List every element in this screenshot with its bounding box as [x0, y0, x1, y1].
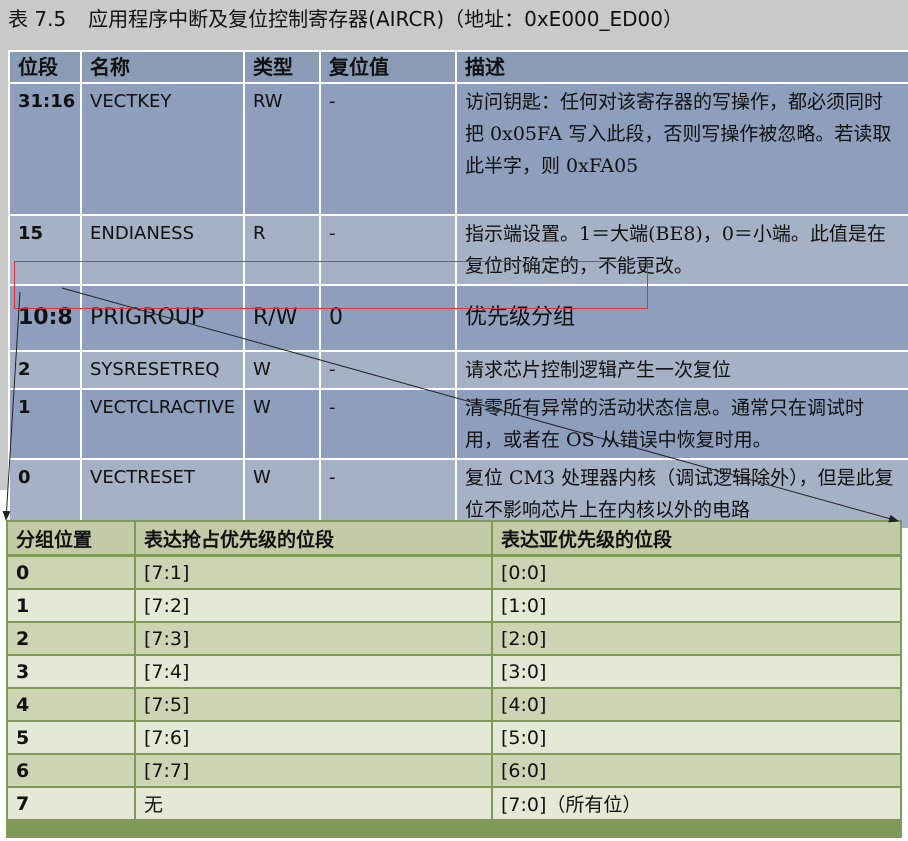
cell-bits: 31:16	[8, 82, 82, 216]
table-row: 0 [7:1] [0:0]	[6, 554, 902, 590]
header-type: 类型	[243, 50, 321, 84]
table-row: 2 [7:3] [2:0]	[6, 621, 902, 656]
cell-group: 6	[6, 753, 136, 788]
cell-sub: [3:0]	[491, 654, 902, 689]
table-row: 15 ENDIANESS R - 指示端设置。1＝大端(BE8)，0＝小端。此值…	[8, 214, 908, 286]
cell-sub: [0:0]	[491, 554, 902, 590]
cell-desc: 指示端设置。1＝大端(BE8)，0＝小端。此值是在复位时确定的，不能更改。	[455, 214, 908, 286]
cell-preempt: [7:5]	[134, 687, 493, 722]
table-row: 3 [7:4] [3:0]	[6, 654, 902, 689]
prigroup-table: 分组位置 表达抢占优先级的位段 表达亚优先级的位段 0 [7:1] [0:0] 1 [7…	[6, 520, 902, 821]
cell-desc: 请求芯片控制逻辑产生一次复位	[455, 350, 908, 390]
cell-group: 2	[6, 621, 136, 656]
header-desc: 描述	[455, 50, 908, 84]
cell-desc: 清零所有异常的活动状态信息。通常只在调试时用，或者在 OS 从错误中恢复时用。	[455, 388, 908, 460]
table-row: 6 [7:7] [6:0]	[6, 753, 902, 788]
table-row: 31:16 VECTKEY RW - 访问钥匙：任何对该寄存器的写操作，都必须同…	[8, 82, 908, 216]
cell-desc: 优先级分组	[455, 284, 908, 352]
cell-bits: 1	[8, 388, 82, 460]
cell-sub: [6:0]	[491, 753, 902, 788]
table-row: 4 [7:5] [4:0]	[6, 687, 902, 722]
table-header-row: 分组位置 表达抢占优先级的位段 表达亚优先级的位段	[6, 520, 902, 557]
cell-preempt: [7:1]	[134, 554, 493, 590]
header-name: 名称	[80, 50, 245, 84]
table-row: 7 无 [7:0]（所有位）	[6, 786, 902, 821]
table-row: 5 [7:6] [5:0]	[6, 720, 902, 755]
cell-reset: -	[319, 350, 457, 390]
cell-group: 3	[6, 654, 136, 689]
cell-sub: [5:0]	[491, 720, 902, 755]
header-preempt: 表达抢占优先级的位段	[134, 520, 493, 557]
caption-title: 应用程序中断及复位控制寄存器(AIRCR)（地址：0xE000_ED00）	[88, 7, 683, 31]
cell-preempt: 无	[134, 786, 493, 821]
cell-sub: [1:0]	[491, 588, 902, 623]
cell-group: 1	[6, 588, 136, 623]
cell-sub: [7:0]（所有位）	[491, 786, 902, 821]
cell-preempt: [7:6]	[134, 720, 493, 755]
cell-type: W	[243, 388, 321, 460]
cell-preempt: [7:3]	[134, 621, 493, 656]
cell-bits: 10:8	[8, 284, 82, 352]
caption-number: 表 7.5	[8, 7, 67, 31]
cell-group: 4	[6, 687, 136, 722]
cell-desc: 访问钥匙：任何对该寄存器的写操作，都必须同时把 0x05FA 写入此段，否则写操…	[455, 82, 908, 216]
cell-name: SYSRESETREQ	[80, 350, 245, 390]
cell-name: VECTCLRACTIVE	[80, 388, 245, 460]
cell-sub: [2:0]	[491, 621, 902, 656]
cell-bits: 0	[8, 458, 82, 530]
cell-reset: -	[319, 458, 457, 530]
cell-name: ENDIANESS	[80, 214, 245, 286]
cell-reset: -	[319, 388, 457, 460]
cell-type: R	[243, 214, 321, 286]
cell-reset: 0	[319, 284, 457, 352]
cell-group: 5	[6, 720, 136, 755]
cell-bits: 2	[8, 350, 82, 390]
cell-name: PRIGROUP	[80, 284, 245, 352]
cell-preempt: [7:4]	[134, 654, 493, 689]
aircr-register-table: 位段 名称 类型 复位值 描述 31:16 VECTKEY RW - 访问钥匙：…	[8, 50, 908, 530]
cell-group: 0	[6, 554, 136, 590]
cell-preempt: [7:7]	[134, 753, 493, 788]
header-bits: 位段	[8, 50, 82, 84]
cell-reset: -	[319, 214, 457, 286]
cell-preempt: [7:2]	[134, 588, 493, 623]
cell-sub: [4:0]	[491, 687, 902, 722]
table-caption: 表 7.5 应用程序中断及复位控制寄存器(AIRCR)（地址：0xE000_ED0…	[8, 4, 683, 44]
cell-type: R/W	[243, 284, 321, 352]
cell-reset: -	[319, 82, 457, 216]
table-row: 0 VECTRESET W - 复位 CM3 处理器内核（调试逻辑除外），但是此…	[8, 458, 908, 530]
cell-type: W	[243, 458, 321, 530]
cell-type: RW	[243, 82, 321, 216]
header-group: 分组位置	[6, 520, 136, 557]
cell-group: 7	[6, 786, 136, 821]
cell-name: VECTRESET	[80, 458, 245, 530]
cell-desc: 复位 CM3 处理器内核（调试逻辑除外），但是此复位不影响芯片上在内核以外的电路	[455, 458, 908, 530]
cell-name: VECTKEY	[80, 82, 245, 216]
cell-type: W	[243, 350, 321, 390]
header-sub: 表达亚优先级的位段	[491, 520, 902, 557]
cell-bits: 15	[8, 214, 82, 286]
table-row: 2 SYSRESETREQ W - 请求芯片控制逻辑产生一次复位	[8, 350, 908, 390]
table-row: 1 VECTCLRACTIVE W - 清零所有异常的活动状态信息。通常只在调试…	[8, 388, 908, 460]
header-reset: 复位值	[319, 50, 457, 84]
table-header-row: 位段 名称 类型 复位值 描述	[8, 50, 908, 84]
table-row: 1 [7:2] [1:0]	[6, 588, 902, 623]
table-row-prigroup: 10:8 PRIGROUP R/W 0 优先级分组	[8, 284, 908, 352]
